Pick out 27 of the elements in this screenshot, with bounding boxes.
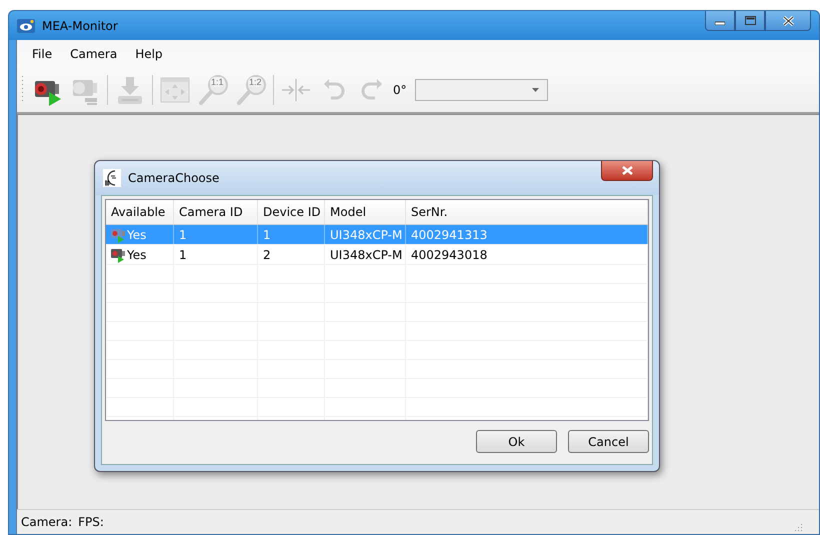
menu-item[interactable]: File [23, 46, 62, 60]
table-cell: Yes [127, 228, 146, 242]
table-cell: UI348xCP-M [330, 248, 402, 262]
column-header[interactable]: Camera ID [174, 200, 258, 224]
table-cell: 4002941313 [411, 228, 488, 242]
column-header[interactable]: Model [325, 200, 406, 224]
status-label: FPS: [78, 515, 104, 529]
column-header[interactable]: SerNr. [406, 200, 648, 224]
column-header[interactable]: Device ID [258, 200, 325, 224]
toolbar-button[interactable]: 1:2 [232, 72, 270, 108]
menu-item[interactable]: Help [126, 46, 172, 60]
rotation-label: 0° [393, 82, 407, 96]
table-cell: 1 [263, 228, 271, 242]
window-title: MEA-Monitor [42, 18, 119, 32]
table-cell: Yes [127, 248, 146, 262]
dialog-button[interactable]: Cancel [568, 430, 649, 453]
menu-item[interactable]: Camera [61, 46, 126, 60]
dialog-button[interactable]: Ok [476, 430, 557, 453]
table-cell: 2 [263, 248, 271, 262]
table-cell: UI348xCP-M [330, 228, 402, 242]
column-header[interactable]: Available [106, 200, 174, 224]
dialog-title: CameraChoose [128, 171, 220, 185]
table-cell: 1 [179, 228, 187, 242]
table-cell: 1 [179, 248, 187, 262]
table-cell: 4002943018 [411, 248, 488, 262]
status-label: Camera: [21, 515, 72, 529]
toolbar-button[interactable]: 1:1 [194, 72, 232, 108]
